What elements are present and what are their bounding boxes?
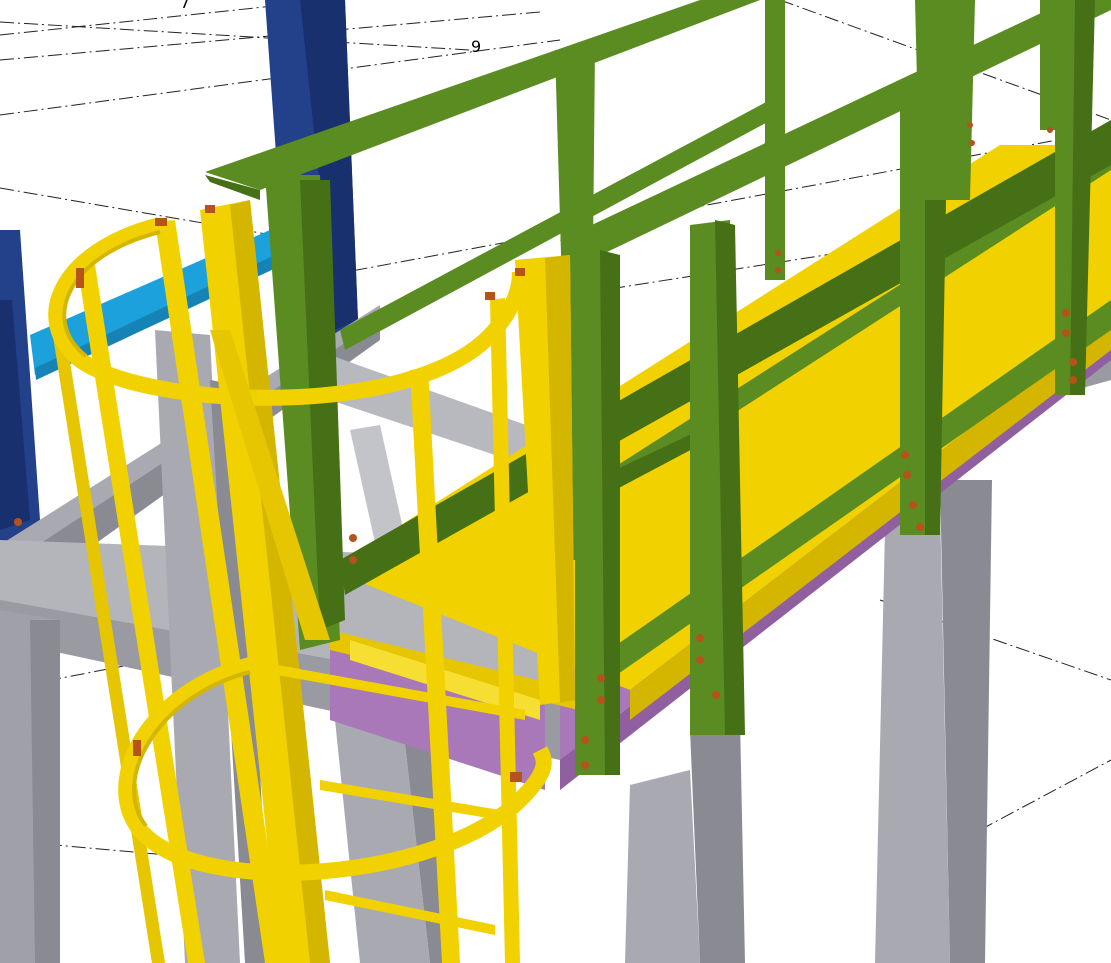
steel-structure-scene: 7 9: [0, 0, 1111, 963]
grid-label-9: 9: [471, 37, 481, 56]
3d-model-viewport[interactable]: 7 9: [0, 0, 1111, 963]
grid-label-7: 7: [180, 0, 190, 12]
